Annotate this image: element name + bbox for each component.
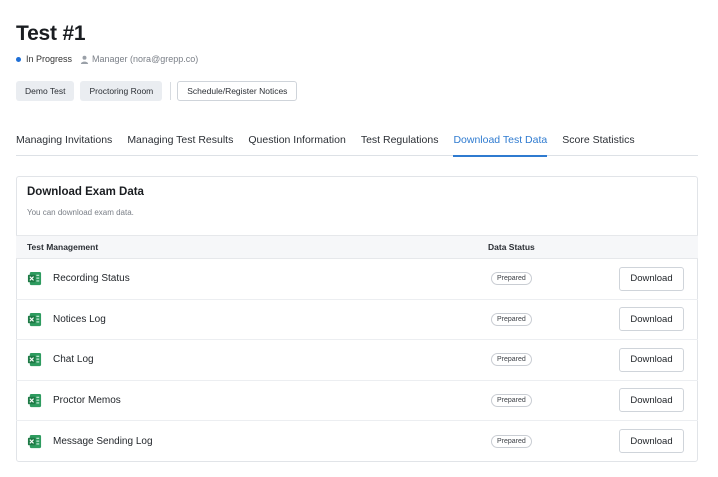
card-subtitle: You can download exam data. [27,208,134,217]
table-row: Notices Log Prepared Download [16,300,698,340]
status-badge: Prepared [491,434,532,448]
data-table: Test Management Data Status Recording St… [16,235,698,462]
tab-question-information[interactable]: Question Information [248,133,345,156]
row-label: Message Sending Log [53,435,153,447]
download-button[interactable]: Download [619,388,684,413]
status-badge: Prepared [491,353,532,367]
tab-bar: Managing Invitations Managing Test Resul… [16,133,698,157]
divider [170,82,172,100]
table-row: Recording Status Prepared Download [16,259,698,300]
excel-file-icon [27,393,42,407]
demo-test-button[interactable]: Demo Test [16,81,75,101]
download-button[interactable]: Download [619,429,684,454]
table-row: Proctor Memos Prepared Download [16,381,698,421]
row-label: Proctor Memos [53,394,121,406]
excel-file-icon [27,312,42,326]
status-dot-icon [16,56,21,62]
download-button[interactable]: Download [619,347,684,372]
excel-file-icon [27,272,42,286]
column-header-status: Data Status [488,242,535,252]
person-icon [80,55,89,64]
status-badge: Prepared [491,272,532,286]
row-label: Recording Status [53,273,130,285]
column-header-name: Test Management [27,242,99,252]
table-row: Chat Log Prepared Download [16,340,698,381]
excel-file-icon [27,353,42,367]
table-row: Message Sending Log Prepared Download [16,421,698,462]
schedule-notices-button[interactable]: Schedule/Register Notices [177,81,298,101]
tab-managing-test-results[interactable]: Managing Test Results [127,133,233,156]
tab-score-statistics[interactable]: Score Statistics [562,133,634,156]
tab-managing-invitations[interactable]: Managing Invitations [16,133,112,156]
status-text: In Progress [26,54,73,64]
card-title: Download Exam Data [27,186,144,198]
action-bar: Demo Test Proctoring Room Schedule/Regis… [16,81,298,101]
manager-info: Manager (nora@grepp.co) [80,54,198,64]
download-button[interactable]: Download [619,307,684,332]
table-header: Test Management Data Status [16,235,698,259]
test-meta: In Progress Manager (nora@grepp.co) [16,54,198,64]
proctoring-room-button[interactable]: Proctoring Room [80,81,163,101]
tab-test-regulations[interactable]: Test Regulations [361,133,439,156]
download-button[interactable]: Download [619,266,684,291]
manager-text: Manager (nora@grepp.co) [92,54,199,64]
row-label: Notices Log [53,313,106,325]
row-label: Chat Log [53,354,94,366]
download-data-card: Download Exam Data You can download exam… [16,176,698,462]
tab-download-test-data[interactable]: Download Test Data [453,133,547,157]
status-badge: Prepared [491,312,532,326]
excel-file-icon [27,434,42,448]
page-title: Test #1 [16,22,86,45]
status-badge: Prepared [491,393,532,407]
